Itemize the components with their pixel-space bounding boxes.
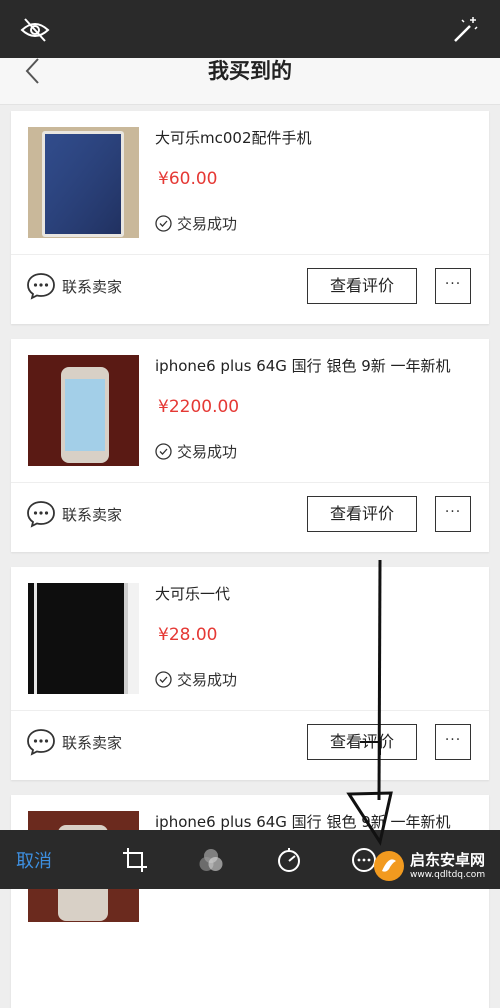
- product-thumbnail[interactable]: [28, 583, 139, 694]
- status-label: 交易成功: [177, 671, 238, 689]
- order-card: iphone6 plus 64G 国行 银色 9新 一年新机 ¥2200.00 …: [11, 339, 489, 552]
- editor-top-bar: [0, 0, 500, 58]
- chat-bubble-icon: [27, 273, 55, 300]
- watermark-name: 启东安卓网: [410, 850, 486, 869]
- divider: [11, 710, 489, 711]
- view-review-button[interactable]: 查看评价: [307, 724, 417, 760]
- eye-off-icon[interactable]: [19, 14, 51, 46]
- product-title[interactable]: 大可乐mc002配件手机: [155, 127, 475, 148]
- contact-seller-button[interactable]: 联系卖家: [26, 728, 122, 756]
- product-price: ¥28.00: [158, 625, 218, 645]
- chat-bubble-icon: [27, 729, 55, 756]
- order-card: 大可乐一代 ¥28.00 交易成功 联系卖家 查看评价 ···: [11, 567, 489, 780]
- product-price: ¥2200.00: [158, 397, 240, 417]
- contact-seller-label: 联系卖家: [62, 733, 123, 752]
- contact-seller-button[interactable]: 联系卖家: [26, 272, 122, 300]
- status-label: 交易成功: [177, 443, 238, 461]
- order-status: 交易成功: [155, 669, 237, 690]
- more-button[interactable]: ···: [435, 496, 471, 532]
- more-button[interactable]: ···: [435, 724, 471, 760]
- site-watermark: 启东安卓网 www.qdltdq.com: [372, 846, 500, 886]
- product-title[interactable]: iphone6 plus 64G 国行 银色 9新 一年新机: [155, 811, 475, 832]
- chat-bubble-icon: [27, 501, 55, 528]
- contact-seller-label: 联系卖家: [62, 505, 123, 524]
- filters-icon[interactable]: [197, 846, 225, 874]
- product-price: ¥60.00: [158, 169, 218, 189]
- site-logo-icon: [374, 851, 404, 881]
- status-label: 交易成功: [177, 215, 238, 233]
- order-card: iphone6 plus 64G 国行 银色 9新 一年新机: [11, 795, 489, 1008]
- page-title: 我买到的: [208, 59, 292, 83]
- product-title[interactable]: iphone6 plus 64G 国行 银色 9新 一年新机: [155, 355, 475, 376]
- order-status: 交易成功: [155, 213, 237, 234]
- check-circle-icon: [155, 443, 172, 460]
- view-review-button[interactable]: 查看评价: [307, 268, 417, 304]
- magic-wand-icon[interactable]: [449, 14, 481, 46]
- product-title[interactable]: 大可乐一代: [155, 583, 475, 604]
- cancel-button[interactable]: 取消: [16, 847, 52, 873]
- check-circle-icon: [155, 215, 172, 232]
- view-review-button[interactable]: 查看评价: [307, 496, 417, 532]
- order-status: 交易成功: [155, 441, 237, 462]
- order-card: 大可乐mc002配件手机 ¥60.00 交易成功 联系卖家 查看评价 ···: [11, 111, 489, 324]
- watermark-url: www.qdltdq.com: [410, 869, 486, 880]
- adjust-icon[interactable]: [275, 846, 303, 874]
- more-button[interactable]: ···: [435, 268, 471, 304]
- product-thumbnail[interactable]: [28, 355, 139, 466]
- check-circle-icon: [155, 671, 172, 688]
- contact-seller-label: 联系卖家: [62, 277, 123, 296]
- nav-bar: 我买到的: [0, 58, 500, 105]
- crop-rotate-icon[interactable]: [121, 846, 149, 874]
- product-thumbnail[interactable]: [28, 127, 139, 238]
- divider: [11, 254, 489, 255]
- contact-seller-button[interactable]: 联系卖家: [26, 500, 122, 528]
- divider: [11, 482, 489, 483]
